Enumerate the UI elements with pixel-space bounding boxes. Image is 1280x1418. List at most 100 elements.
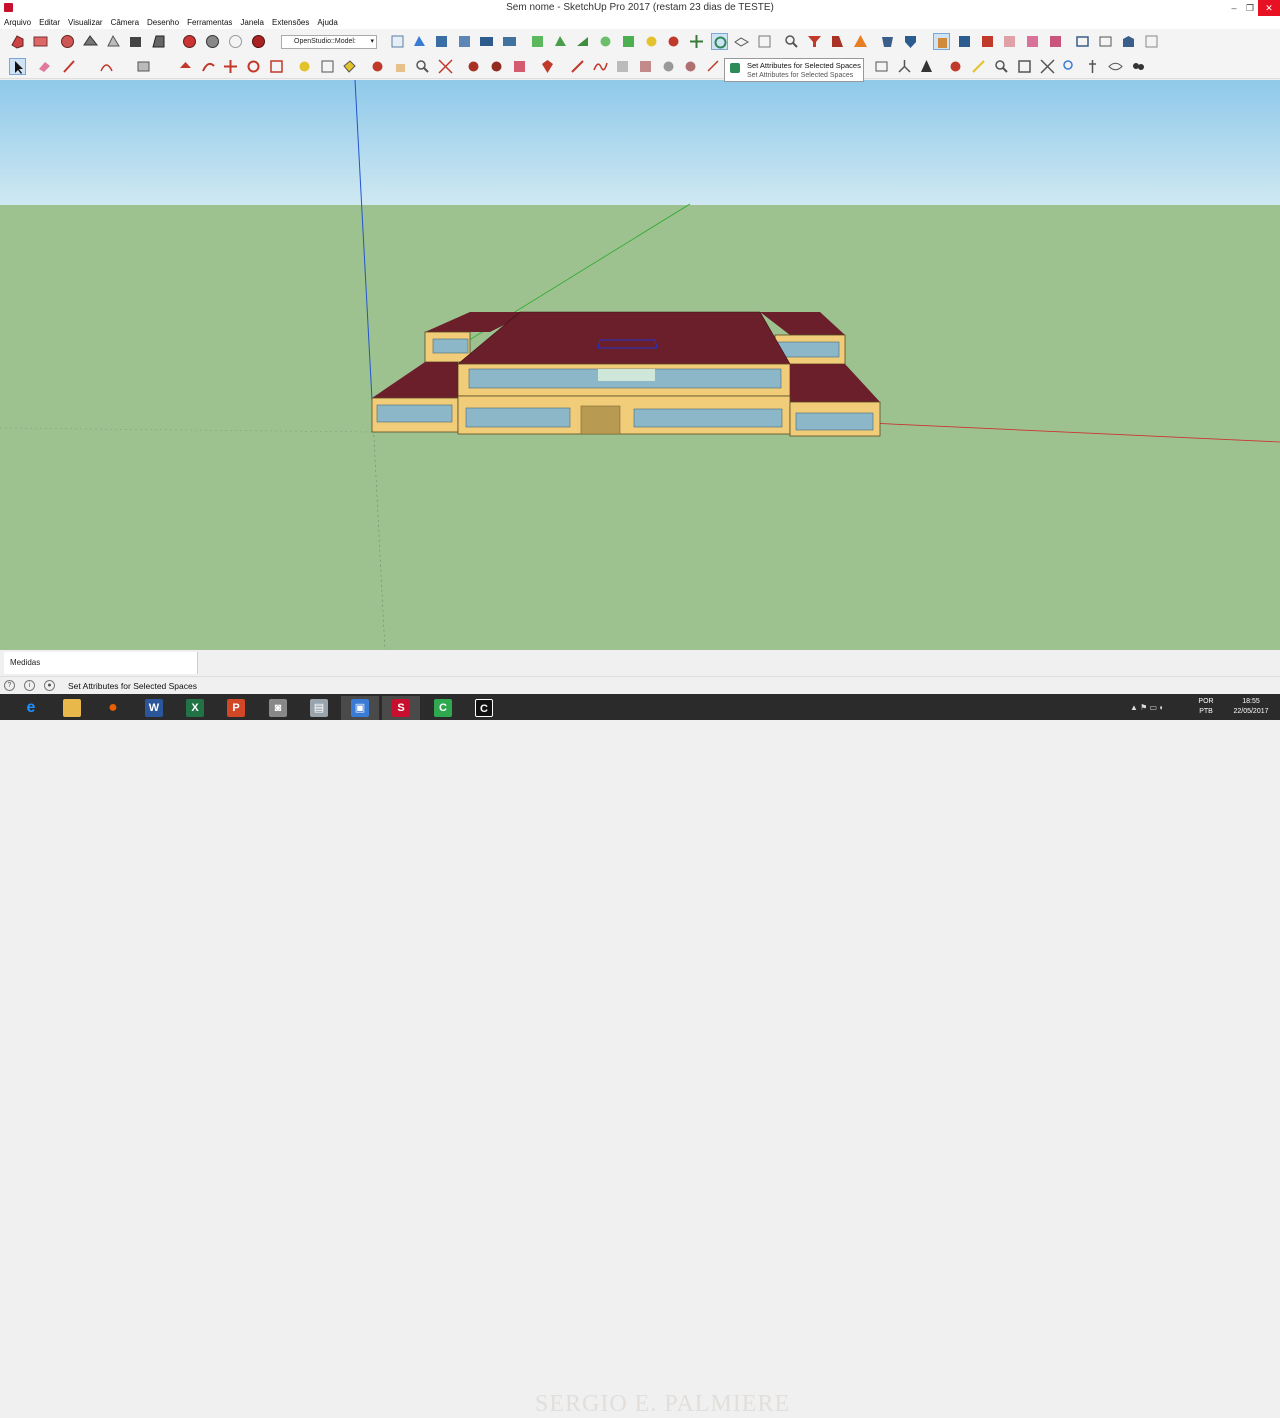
circle-icon[interactable] (660, 58, 677, 75)
new-openstudio-icon[interactable] (389, 33, 406, 50)
orbit-tool-icon[interactable] (369, 58, 386, 75)
menu-extensoes[interactable]: Extensões (272, 16, 309, 29)
move-icon[interactable] (222, 58, 239, 75)
text-tool-icon[interactable] (319, 58, 336, 75)
match-surfaces-icon[interactable] (688, 33, 705, 50)
surface-matching-icon[interactable] (733, 33, 750, 50)
scale-icon[interactable] (268, 58, 285, 75)
polygon-icon[interactable] (637, 58, 654, 75)
openstudio-model-dropdown[interactable]: OpenStudio::Model: ▾ (281, 35, 377, 49)
front-view-icon[interactable] (979, 33, 996, 50)
wireframe-icon[interactable] (227, 33, 244, 50)
export-idf-icon[interactable] (501, 33, 518, 50)
geo-location-icon[interactable]: ? (4, 680, 15, 691)
zoom-box-icon[interactable] (1016, 58, 1033, 75)
zoom-extents-icon[interactable] (437, 58, 454, 75)
axes-icon[interactable] (896, 58, 913, 75)
grid-icon[interactable] (756, 33, 773, 50)
project-loads-icon[interactable] (665, 33, 682, 50)
help-shield-icon[interactable] (902, 33, 919, 50)
import-idf-icon[interactable] (478, 33, 495, 50)
menu-ferramentas[interactable]: Ferramentas (187, 16, 232, 29)
rectangle-rotated-icon[interactable] (614, 58, 631, 75)
tape-measure-icon[interactable] (296, 58, 313, 75)
perspective-icon[interactable] (150, 33, 167, 50)
taskbar-explorer[interactable]: ▆ (53, 696, 91, 720)
taskbar-powerpoint[interactable]: P (217, 696, 255, 720)
dimension-icon[interactable] (873, 58, 890, 75)
set-attributes-icon[interactable] (711, 33, 728, 50)
new-shading-icon[interactable] (552, 33, 569, 50)
new-interior-partition-icon[interactable] (574, 33, 591, 50)
measurements-box[interactable]: Medidas (4, 652, 198, 674)
taskbar-screen[interactable]: ▣ (341, 696, 379, 720)
follow-me-icon[interactable] (200, 58, 217, 75)
taskbar-sketchup[interactable]: S (382, 696, 420, 720)
keyboard-language[interactable]: POR PTB (1194, 697, 1218, 717)
pan-hand-icon[interactable] (392, 58, 409, 75)
select-arrow-icon[interactable] (9, 58, 26, 75)
open-openstudio-icon[interactable] (411, 33, 428, 50)
taskbar-firefox[interactable]: ● (94, 696, 132, 720)
zoom-search-icon[interactable] (783, 33, 800, 50)
new-surface-icon[interactable] (597, 33, 614, 50)
back-view-icon[interactable] (1024, 33, 1041, 50)
right-view-icon[interactable] (1001, 33, 1018, 50)
save-as-icon[interactable] (456, 33, 473, 50)
previous-view-icon[interactable] (1061, 58, 1078, 75)
clock[interactable]: 18:55 22/05/2017 (1226, 697, 1276, 717)
zoom-icon[interactable] (414, 58, 431, 75)
new-zone-icon[interactable] (620, 33, 637, 50)
iso-view-icon[interactable] (933, 33, 950, 50)
two-point-arc-icon[interactable] (705, 58, 722, 75)
taskbar-excel[interactable]: X (176, 696, 214, 720)
taskbar-word[interactable]: W (135, 696, 173, 720)
menu-visualizar[interactable]: Visualizar (68, 16, 103, 29)
styles-icon[interactable] (465, 58, 482, 75)
ruby-icon[interactable] (539, 58, 556, 75)
push-pull-icon[interactable] (177, 58, 194, 75)
position-camera-icon[interactable] (970, 58, 987, 75)
taskbar-camtasia[interactable]: C (424, 696, 462, 720)
warehouse-icon[interactable] (1120, 33, 1137, 50)
inspector-icon[interactable] (829, 33, 846, 50)
minimize-button[interactable]: – (1226, 0, 1242, 16)
menu-ajuda[interactable]: Ajuda (317, 16, 337, 29)
rectangle-icon[interactable] (135, 58, 152, 75)
look-around-icon[interactable] (947, 58, 964, 75)
components-icon[interactable] (488, 58, 505, 75)
walk-icon[interactable] (105, 33, 122, 50)
menu-desenho[interactable]: Desenho (147, 16, 179, 29)
filter-icon[interactable] (806, 33, 823, 50)
menu-arquivo[interactable]: Arquivo (4, 16, 31, 29)
materials-icon[interactable] (511, 58, 528, 75)
box-view-icon[interactable] (127, 33, 144, 50)
pencil-icon[interactable] (61, 58, 78, 75)
orbit-icon[interactable] (59, 33, 76, 50)
save-openstudio-icon[interactable] (433, 33, 450, 50)
xray-icon[interactable] (181, 33, 198, 50)
taskbar-recorder[interactable]: C (465, 696, 503, 720)
menu-camera[interactable]: Câmera (111, 16, 139, 29)
section-icon[interactable] (918, 58, 935, 75)
freehand-icon[interactable] (592, 58, 609, 75)
open-model-icon[interactable] (32, 33, 49, 50)
pie-icon[interactable] (682, 58, 699, 75)
footprints-icon[interactable] (1130, 58, 1147, 75)
section-plane-icon[interactable] (1074, 33, 1091, 50)
restore-button[interactable]: ❐ (1242, 0, 1258, 16)
close-button[interactable]: ✕ (1258, 0, 1280, 16)
taskbar-camera[interactable]: ◙ (259, 696, 297, 720)
eye-icon[interactable] (1107, 58, 1124, 75)
arc-icon[interactable] (98, 58, 115, 75)
top-view-icon[interactable] (956, 33, 973, 50)
new-light-icon[interactable] (643, 33, 660, 50)
back-edges-icon[interactable] (204, 33, 221, 50)
menu-editar[interactable]: Editar (39, 16, 60, 29)
tray-icons[interactable]: ▲ ⚑ ▭ ◐ (1130, 703, 1164, 712)
zoom-all-icon[interactable] (1039, 58, 1056, 75)
shaded-icon[interactable] (250, 33, 267, 50)
taskbar-printer[interactable]: ▤ (300, 696, 338, 720)
paint-bucket-icon[interactable] (341, 58, 358, 75)
user-account-icon[interactable]: ● (44, 680, 55, 691)
